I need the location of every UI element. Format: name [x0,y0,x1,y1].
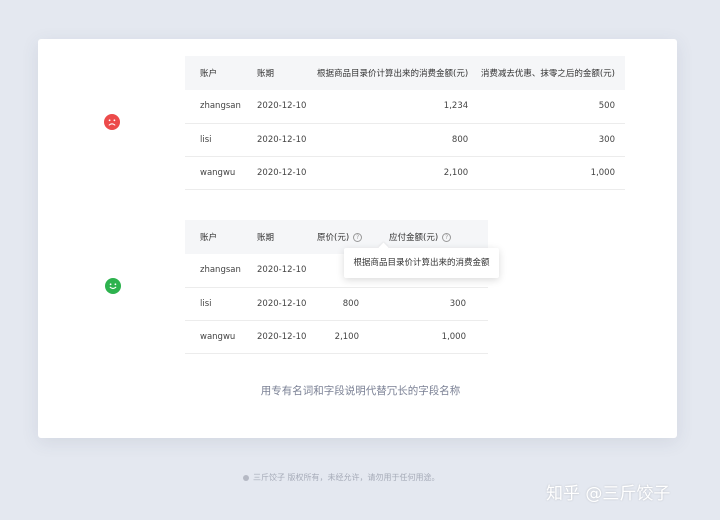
table-header-row: 账户 账期 根据商品目录价计算出来的消费金额(元) 消费减去优惠、抹零之后的金额… [185,56,625,90]
cell-payable-amount: 300 [449,298,466,309]
cell-list-price-amount: 2,100 [443,167,469,178]
cell-account: zhangsan [200,265,241,276]
help-icon[interactable]: ? [442,233,452,242]
cell-period: 2020-12-10 [257,101,307,112]
help-icon[interactable]: ? [353,233,363,242]
cell-period: 2020-12-10 [257,167,307,178]
cell-account: zhangsan [200,101,241,112]
copyright-footer: 三斤饺子 版权所有，未经允许，请勿用于任何用途。 [243,472,440,483]
watermark: 知乎 @三斤饺子 [546,484,671,504]
frown-face-icon [104,114,120,130]
copyright-text: 三斤饺子 版权所有，未经允许，请勿用于任何用途。 [253,473,440,482]
short-header-table: 账户 账期 原价(元)? 应付金额(元)? zhangsan 2020-12-1… [185,220,488,354]
help-tooltip: 根据商品目录价计算出来的消费金额 [344,248,499,278]
table-row: lisi 2020-12-10 800 300 [185,123,625,156]
column-header-period: 账期 [257,233,275,243]
cell-account: wangwu [200,331,236,342]
column-header-payable-amount-label: 应付金额(元) [389,233,439,243]
cell-account: lisi [200,134,212,145]
table-row: lisi 2020-12-10 800 300 [185,287,488,320]
cell-payable-amount: 1,000 [590,167,615,178]
cell-payable-amount: 500 [598,101,615,112]
caption: 用专有名词和字段说明代替冗长的字段名称 [260,385,461,397]
cell-account: lisi [200,298,212,309]
cell-account: wangwu [200,167,236,178]
cell-period: 2020-12-10 [257,134,307,145]
smile-face-icon [105,278,121,294]
table-row: wangwu 2020-12-10 2,100 1,000 [185,320,488,353]
column-header-period: 账期 [257,69,275,79]
cell-list-price-amount: 1,234 [443,101,469,112]
cell-payable-amount: 300 [598,134,615,145]
column-header-account: 账户 [200,69,218,79]
column-header-original-price-label: 原价(元) [317,233,350,243]
table-row: zhangsan 2020-12-10 1,234 500 [185,90,625,123]
long-header-table: 账户 账期 根据商品目录价计算出来的消费金额(元) 消费减去优惠、抹零之后的金额… [185,56,625,190]
column-header-account: 账户 [200,233,218,243]
column-header-payable-amount: 消费减去优惠、抹零之后的金额(元) [480,69,615,79]
cell-payable-amount: 1,000 [441,331,466,342]
column-header-list-price-amount: 根据商品目录价计算出来的消费金额(元) [317,69,469,79]
logo-dot-icon [243,474,249,481]
cell-original-price: 2,100 [334,331,359,342]
cell-period: 2020-12-10 [257,265,307,276]
cell-period: 2020-12-10 [257,298,307,309]
cell-original-price: 800 [342,298,359,309]
cell-period: 2020-12-10 [257,331,307,342]
table-row: wangwu 2020-12-10 2,100 1,000 [185,156,625,189]
cell-list-price-amount: 800 [451,134,469,145]
